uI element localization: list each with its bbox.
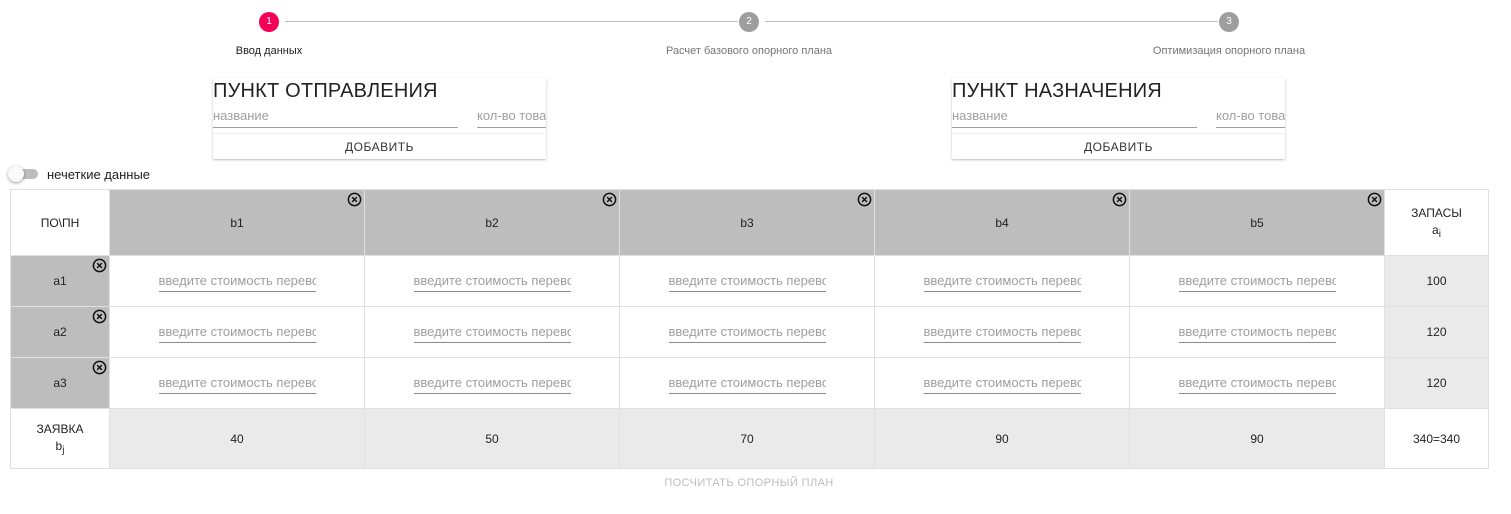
demand-value-b4: 90: [874, 408, 1130, 469]
demand-header-label: ЗАЯВКА: [36, 422, 84, 436]
column-header-b1: b1: [109, 189, 365, 256]
step-connector: [765, 21, 1218, 22]
cost-cell: [1129, 306, 1385, 358]
demand-value-b2: 50: [364, 408, 620, 469]
column-header-b5: b5: [1129, 189, 1385, 256]
step-3-icon[interactable]: 3: [1219, 12, 1239, 32]
cost-input-a2-b1[interactable]: [158, 321, 316, 343]
step-1-label: Ввод данных: [235, 45, 303, 57]
origin-card-title: ПУНКТ ОТПРАВЛЕНИЯ: [213, 80, 438, 102]
cost-cell: [364, 306, 620, 358]
row-header-a3: a3: [10, 357, 110, 409]
corner-cell: ПО\ПН: [10, 189, 110, 256]
stepper: 1 2 3 Ввод данных Расчет базового опорно…: [0, 0, 1511, 70]
cost-input-a2-b2[interactable]: [413, 321, 571, 343]
cost-cell: [1129, 255, 1385, 307]
cost-cell: [364, 255, 620, 307]
demand-row: ЗАЯВКА bj 40 50 70 90 90 340=340: [10, 408, 1489, 469]
cost-input-a3-b3[interactable]: [668, 372, 826, 394]
cost-input-a1-b5[interactable]: [1178, 270, 1336, 292]
demand-header-subscript: j: [62, 445, 65, 456]
add-destination-button[interactable]: ДОБАВИТЬ: [952, 133, 1285, 159]
table-row: a3 120: [10, 357, 1489, 409]
cost-input-a3-b2[interactable]: [413, 372, 571, 394]
remove-row-a2-close-circle-icon[interactable]: [92, 309, 107, 324]
remove-row-a1-close-circle-icon[interactable]: [92, 258, 107, 273]
cost-cell: [109, 306, 365, 358]
cost-input-a1-b4[interactable]: [923, 270, 1081, 292]
cost-input-a2-b5[interactable]: [1178, 321, 1336, 343]
demand-value-b1: 40: [109, 408, 365, 469]
cost-cell: [619, 255, 875, 307]
cost-cell: [619, 357, 875, 409]
supply-header-subscript: i: [1438, 229, 1441, 240]
cost-input-a2-b4[interactable]: [923, 321, 1081, 343]
remove-column-b5-close-circle-icon[interactable]: [1367, 192, 1382, 207]
column-header-b3: b3: [619, 189, 875, 256]
remove-column-b3-close-circle-icon[interactable]: [857, 192, 872, 207]
cost-input-a3-b4[interactable]: [923, 372, 1081, 394]
table-header-row: ПО\ПН b1 b2 b3 b4 b5 ЗАПАСЫ ai: [10, 189, 1489, 256]
supply-header-symbol: a: [1432, 223, 1439, 237]
remove-column-b2-close-circle-icon[interactable]: [602, 192, 617, 207]
origin-name-input[interactable]: [213, 104, 458, 128]
remove-row-a3-close-circle-icon[interactable]: [92, 360, 107, 375]
row-header-a2: a2: [10, 306, 110, 358]
row-header-a1: a1: [10, 255, 110, 307]
transport-table: ПО\ПН b1 b2 b3 b4 b5 ЗАПАСЫ ai a1 введит…: [10, 189, 1489, 469]
toggle-thumb[interactable]: [8, 166, 24, 182]
cost-cell: [1129, 357, 1385, 409]
destination-qty-input[interactable]: [1216, 104, 1285, 128]
cost-cell: [874, 357, 1130, 409]
supply-header-label: ЗАПАСЫ: [1411, 206, 1462, 220]
demand-value-b5: 90: [1129, 408, 1385, 469]
demand-header-cell: ЗАЯВКА bj: [10, 408, 110, 469]
cost-cell: [364, 357, 620, 409]
balance-cell: 340=340: [1384, 408, 1489, 469]
cost-input-a1-b2[interactable]: [413, 270, 571, 292]
supply-header-cell: ЗАПАСЫ ai: [1384, 189, 1489, 256]
cost-input-a3-b5[interactable]: [1178, 372, 1336, 394]
destination-card: ПУНКТ НАЗНАЧЕНИЯ ДОБАВИТЬ: [952, 78, 1285, 159]
table-row: a2 120: [10, 306, 1489, 358]
column-label: b2: [485, 215, 499, 230]
origin-qty-input[interactable]: [477, 104, 546, 128]
cost-cell: [109, 255, 365, 307]
cost-input-a3-b1[interactable]: [158, 372, 316, 394]
step-1-icon[interactable]: 1: [259, 12, 279, 32]
cost-cell: [619, 306, 875, 358]
step-3-label: Оптимизация опорного плана: [1152, 45, 1306, 57]
remove-column-b1-close-circle-icon[interactable]: [347, 192, 362, 207]
column-label: b1: [230, 215, 244, 230]
cost-cell: [874, 306, 1130, 358]
table-row: a1 100: [10, 255, 1489, 307]
column-label: b4: [995, 215, 1009, 230]
supply-value-a3: 120: [1384, 357, 1489, 409]
column-label: b5: [1250, 215, 1264, 230]
step-connector: [285, 21, 738, 22]
remove-column-b4-close-circle-icon[interactable]: [1112, 192, 1127, 207]
cost-cell: [109, 357, 365, 409]
destination-card-title: ПУНКТ НАЗНАЧЕНИЯ: [952, 80, 1162, 102]
row-label: a3: [53, 376, 67, 390]
step-2-icon[interactable]: 2: [739, 12, 759, 32]
column-header-b2: b2: [364, 189, 620, 256]
destination-name-input[interactable]: [952, 104, 1197, 128]
calculate-base-plan-button[interactable]: ПОСЧИТАТЬ ОПОРНЫЙ ПЛАН: [640, 475, 858, 491]
supply-value-a1: 100: [1384, 255, 1489, 307]
step-2-label: Расчет базового опорного плана: [665, 45, 833, 57]
fuzzy-data-label: нечеткие данные: [47, 167, 151, 182]
add-origin-button[interactable]: ДОБАВИТЬ: [213, 133, 546, 159]
cost-input-a1-b1[interactable]: [158, 270, 316, 292]
column-header-b4: b4: [874, 189, 1130, 256]
demand-value-b3: 70: [619, 408, 875, 469]
column-label: b3: [740, 215, 754, 230]
cost-input-a1-b3[interactable]: [668, 270, 826, 292]
cost-cell: [874, 255, 1130, 307]
row-label: a1: [53, 274, 67, 288]
supply-value-a2: 120: [1384, 306, 1489, 358]
row-label: a2: [53, 325, 67, 339]
origin-card: ПУНКТ ОТПРАВЛЕНИЯ ДОБАВИТЬ: [213, 78, 546, 159]
cost-input-a2-b3[interactable]: [668, 321, 826, 343]
